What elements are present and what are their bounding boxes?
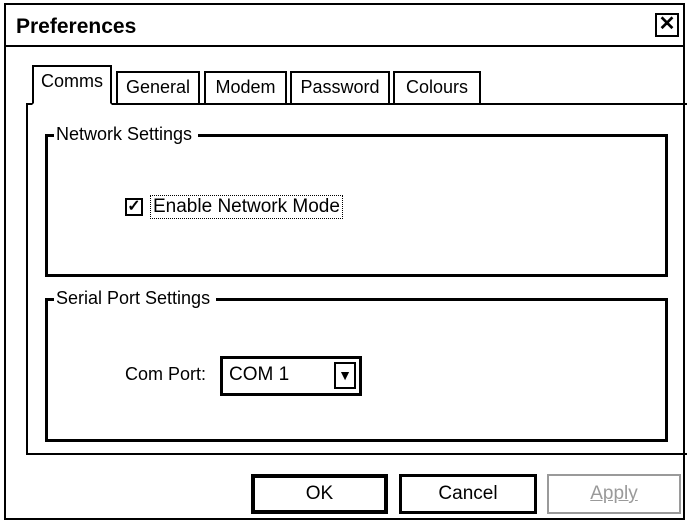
- serial-port-settings-group: Serial Port Settings Com Port: COM 1 ▼: [45, 287, 668, 442]
- dialog-title: Preferences: [16, 15, 137, 38]
- com-port-dropdown[interactable]: COM 1 ▼: [220, 356, 362, 396]
- apply-button-label: Apply: [590, 483, 638, 504]
- com-port-label: Com Port:: [125, 364, 207, 384]
- ok-button-label: OK: [305, 483, 334, 504]
- checkmark-icon: ✓: [127, 198, 141, 215]
- ok-button[interactable]: OK: [251, 474, 388, 514]
- close-button[interactable]: ✕: [655, 13, 679, 37]
- tab-colours[interactable]: Colours: [393, 71, 481, 103]
- cancel-button-label: Cancel: [438, 483, 498, 504]
- enable-network-mode-label[interactable]: Enable Network Mode: [150, 195, 343, 219]
- tab-password[interactable]: Password: [290, 71, 390, 103]
- tab-modem-label: Modem: [215, 77, 276, 97]
- tab-general-label: General: [125, 77, 191, 97]
- apply-button[interactable]: Apply: [547, 474, 681, 514]
- serial-port-settings-label: Serial Port Settings: [54, 287, 217, 309]
- tab-modem[interactable]: Modem: [204, 71, 287, 103]
- cancel-button[interactable]: Cancel: [399, 474, 537, 514]
- title-bar[interactable]: Preferences ✕: [6, 5, 683, 47]
- tab-general[interactable]: General: [116, 71, 200, 103]
- comms-tab-panel: Network Settings ✓ Enable Network Mode S…: [26, 103, 687, 455]
- enable-network-mode-checkbox[interactable]: ✓: [125, 198, 143, 216]
- network-settings-label: Network Settings: [54, 123, 199, 145]
- tab-colours-label: Colours: [405, 77, 469, 97]
- tab-comms[interactable]: Comms: [32, 65, 112, 105]
- chevron-down-icon: ▼: [338, 367, 352, 383]
- dropdown-arrow-button[interactable]: ▼: [334, 362, 356, 389]
- tab-password-label: Password: [300, 77, 380, 97]
- com-port-value: COM 1: [229, 364, 290, 385]
- network-settings-group: Network Settings ✓ Enable Network Mode: [45, 123, 668, 277]
- close-icon: ✕: [658, 13, 676, 35]
- preferences-dialog: Preferences ✕ Comms General Modem Passwo…: [4, 3, 687, 520]
- tab-comms-label: Comms: [41, 71, 103, 91]
